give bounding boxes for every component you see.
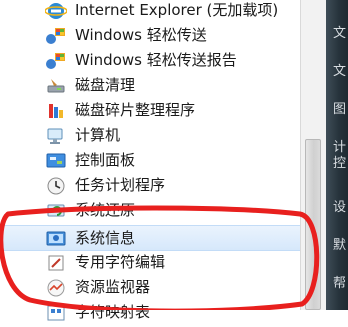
disk-defragmenter-icon — [45, 101, 67, 121]
system-information-icon — [45, 229, 67, 249]
menu-item-windows-easy-transfer-reports[interactable]: Windows 轻松传送报告 — [0, 48, 300, 73]
scrollbar-thumb[interactable] — [305, 139, 321, 310]
menu-item-label: 控制面板 — [75, 151, 136, 169]
right-pane-glyph[interactable]: 默 — [333, 234, 346, 253]
menu-item-internet-explorer[interactable]: Internet Explorer (无加载项) — [0, 0, 300, 23]
easy-transfer-icon — [45, 26, 67, 46]
computer-icon — [45, 126, 67, 146]
menu-item-task-scheduler[interactable]: 任务计划程序 — [0, 173, 300, 198]
easy-transfer-reports-icon — [45, 51, 67, 71]
menu-item-label: Windows 轻松传送 — [75, 26, 207, 44]
menu-item-label: 系统信息 — [75, 229, 136, 247]
right-pane-glyph[interactable]: 图 — [333, 98, 346, 117]
menu-item-disk-defragmenter[interactable]: 磁盘碎片整理程序 — [0, 98, 300, 123]
menu-item-character-map[interactable]: 字符映射表 — [0, 300, 300, 325]
disk-cleanup-icon — [45, 76, 67, 96]
menu-item-system-information[interactable]: 系统信息 — [0, 225, 300, 251]
menu-item-label: 磁盘碎片整理程序 — [75, 101, 196, 119]
menu-item-label: 磁盘清理 — [75, 76, 136, 94]
system-restore-icon — [45, 201, 67, 221]
right-pane-glyph[interactable]: 帮 — [333, 272, 346, 291]
menu-item-label: Windows 轻松传送报告 — [75, 51, 237, 69]
start-menu-right-pane: 文 文 图 计 控 设 默 帮 — [326, 0, 348, 310]
private-character-editor-icon — [45, 253, 67, 273]
internet-explorer-icon — [44, 1, 68, 21]
menu-item-resource-monitor[interactable]: 资源监视器 — [0, 275, 300, 300]
start-menu-all-programs-list: Internet Explorer (无加载项) Windows 轻松传送 Wi… — [0, 0, 300, 321]
menu-item-label: 任务计划程序 — [75, 176, 166, 194]
menu-item-control-panel[interactable]: 控制面板 — [0, 148, 300, 173]
menu-item-label: 计算机 — [75, 126, 121, 144]
character-map-icon — [45, 303, 67, 323]
right-pane-glyph[interactable]: 文 — [333, 60, 346, 79]
right-pane-glyph[interactable]: 设 — [333, 196, 346, 215]
menu-item-label: 资源监视器 — [75, 278, 151, 296]
resource-monitor-icon — [45, 278, 67, 298]
menu-item-label: 字符映射表 — [75, 303, 151, 321]
menu-item-label: Internet Explorer (无加载项) — [75, 1, 279, 19]
task-scheduler-icon — [45, 176, 67, 196]
control-panel-icon — [45, 151, 67, 171]
menu-item-windows-easy-transfer[interactable]: Windows 轻松传送 — [0, 23, 300, 48]
right-pane-glyph[interactable]: 文 — [333, 22, 346, 41]
right-pane-glyph[interactable]: 控 — [333, 152, 346, 171]
menu-item-label: 系统还原 — [75, 201, 136, 219]
menu-item-disk-cleanup[interactable]: 磁盘清理 — [0, 73, 300, 98]
menu-item-private-character-editor[interactable]: 专用字符编辑 — [0, 250, 300, 275]
menu-item-system-restore[interactable]: 系统还原 — [0, 198, 300, 223]
menu-item-label: 专用字符编辑 — [75, 253, 166, 271]
menu-item-computer[interactable]: 计算机 — [0, 123, 300, 148]
